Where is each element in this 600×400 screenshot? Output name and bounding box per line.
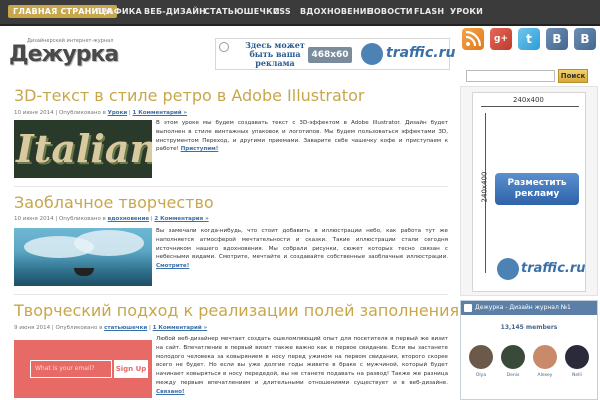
place-ad-button[interactable]: Разместить рекламу xyxy=(495,173,579,205)
post-excerpt: Вы замечали когда-нибудь, что стоит доба… xyxy=(156,227,448,271)
search-input[interactable] xyxy=(466,70,555,82)
read-more-link[interactable]: Приступим! xyxy=(181,146,219,152)
post-divider xyxy=(14,186,448,187)
member-name: Nelli xyxy=(572,373,582,378)
boat-shape xyxy=(74,268,94,276)
ad-height-label: 240x400 xyxy=(480,171,489,203)
post-category-link[interactable]: Уроки xyxy=(108,110,128,116)
member-name: Denis xyxy=(506,373,520,378)
cloud-shape xyxy=(74,230,144,256)
read-more-link[interactable]: Смотрите! xyxy=(156,263,189,269)
post-date: 9 июня 2014 | Опубликовано в xyxy=(14,325,103,331)
post-thumbnail[interactable]: What is your email? Sign Up xyxy=(14,340,152,398)
post-meta: 10 июня 2014 | Опубликовано в Уроки | 1 … xyxy=(14,110,188,116)
width-arrow xyxy=(481,106,579,107)
google-plus-icon[interactable]: g+ xyxy=(490,28,512,50)
nav-item-css[interactable]: CSS xyxy=(273,7,291,16)
banner-text: Здесь может быть ваша реклама xyxy=(245,40,305,68)
vk-widget-header[interactable]: Дежурка - Дизайн журнал №1 xyxy=(461,301,597,315)
ad-brand: traffic.ru xyxy=(521,261,586,276)
nav-item-lessons[interactable]: УРОКИ xyxy=(450,7,483,16)
post-meta: 9 июня 2014 | Опубликовано в статьюшечки… xyxy=(14,325,208,331)
header-banner-ad[interactable]: Здесь может быть ваша реклама 468x60 tra… xyxy=(215,38,455,70)
logo-name: Дежурка xyxy=(9,42,119,67)
post-category-link[interactable]: вдохновение xyxy=(108,216,149,222)
post-thumbnail[interactable]: Italian xyxy=(14,120,152,178)
post-excerpt-text: Любой веб-дизайнер мечтает создать ошело… xyxy=(156,336,448,386)
read-more-link[interactable]: Связано! xyxy=(156,389,185,395)
post-excerpt: Любой веб-дизайнер мечтает создать ошело… xyxy=(156,335,448,399)
banner-brand: traffic.ru xyxy=(386,45,456,61)
vk-community-widget: Дежурка - Дизайн журнал №1 13,145 member… xyxy=(460,300,598,400)
thumb-word: Italian xyxy=(16,126,152,171)
sidebar-banner-ad[interactable]: 240x400 240x400 Разместить рекламу traff… xyxy=(472,92,586,292)
nav-item-news[interactable]: НОВОСТИ xyxy=(367,7,413,16)
banner-corner-icon xyxy=(219,42,229,52)
nav-item-articles[interactable]: СТАТЬЮШЕЧКИ xyxy=(204,7,280,16)
post-excerpt-text: Вы замечали когда-нибудь, что стоит доба… xyxy=(156,228,448,261)
post-divider xyxy=(14,294,448,295)
post-title[interactable]: Творческий подход к реализации полей зап… xyxy=(14,301,459,320)
search-button[interactable]: Поиск xyxy=(558,69,588,83)
post-thumbnail[interactable] xyxy=(14,228,152,286)
vk-members-count: 13,145 members xyxy=(500,324,558,331)
top-navigation: ГЛАВНАЯ СТРАНИЦА ГРАФИКА ВЕБ-ДИЗАЙН СТАТ… xyxy=(0,0,600,26)
post-date: 10 июня 2014 | Опубликовано в xyxy=(14,110,106,116)
nav-item-inspiration[interactable]: ВДОХНОВЕНИЕ xyxy=(300,7,372,16)
email-field: What is your email? xyxy=(30,360,112,378)
post-comments-link[interactable]: 1 Комментарий » xyxy=(133,110,188,116)
avatar[interactable] xyxy=(501,345,525,369)
post-title[interactable]: Заоблачное творчество xyxy=(14,193,214,212)
ad-width-label: 240x400 xyxy=(513,96,544,104)
traffic-logo-icon xyxy=(361,43,383,65)
post-date: 10 июня 2014 | Опубликовано в xyxy=(14,216,106,222)
rss-icon[interactable] xyxy=(462,28,484,50)
vkontakte-group-icon[interactable]: B xyxy=(574,28,596,50)
vk-logo-icon xyxy=(464,304,472,312)
post-title[interactable]: 3D-текст в стиле ретро в Adobe Illustrat… xyxy=(14,86,364,105)
avatar[interactable] xyxy=(533,345,557,369)
traffic-logo-icon xyxy=(497,258,519,280)
vkontakte-icon[interactable]: B xyxy=(546,28,568,50)
member-name: Olya xyxy=(475,373,487,378)
post-comments-link[interactable]: 1 Комментарий » xyxy=(153,325,208,331)
post-category-link[interactable]: статьюшечки xyxy=(104,325,147,331)
banner-size-badge: 468x60 xyxy=(308,47,352,63)
vk-widget-title: Дежурка - Дизайн журнал №1 xyxy=(475,304,571,311)
avatar[interactable] xyxy=(469,345,493,369)
nav-item-flash[interactable]: FLASH xyxy=(414,7,444,16)
post-comments-link[interactable]: 2 Комментария » xyxy=(154,216,208,222)
sign-up-button: Sign Up xyxy=(114,360,148,378)
post-meta: 10 июня 2014 | Опубликовано в вдохновени… xyxy=(14,216,209,222)
twitter-icon[interactable]: t xyxy=(518,28,540,50)
nav-item-graphics[interactable]: ГРАФИКА xyxy=(96,7,142,16)
post-excerpt: В этом уроке мы будем создавать текст с … xyxy=(156,119,448,154)
avatar[interactable] xyxy=(565,345,589,369)
member-name: Alexey xyxy=(537,373,553,378)
nav-item-web-design[interactable]: ВЕБ-ДИЗАЙН xyxy=(144,7,206,16)
